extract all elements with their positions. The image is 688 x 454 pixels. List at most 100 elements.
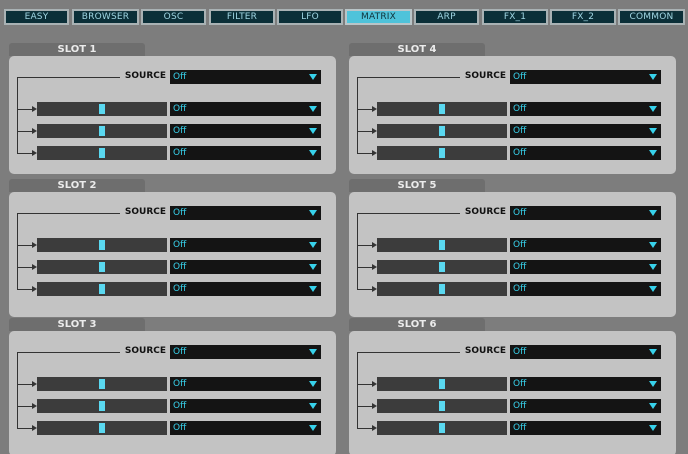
slider-handle[interactable]: [99, 262, 105, 272]
slot-6-amount-slider-2[interactable]: [377, 399, 507, 413]
slider-handle[interactable]: [99, 240, 105, 250]
slot-3-destination-dropdown-2[interactable]: Off: [170, 399, 321, 413]
slot-4-destination-dropdown-2[interactable]: Off: [510, 124, 661, 138]
slot-3-branch-line: [17, 428, 32, 429]
slot-2-destination-value: Off: [173, 262, 187, 272]
slot-3-amount-slider-1[interactable]: [37, 377, 167, 391]
tab-browser[interactable]: BROWSER: [72, 9, 139, 25]
slot-3-amount-slider-2[interactable]: [37, 399, 167, 413]
slot-6-title: SLOT 6: [349, 318, 485, 331]
chevron-down-icon: [649, 242, 657, 248]
slot-3-destination-dropdown-1[interactable]: Off: [170, 377, 321, 391]
slot-1-branch-line: [17, 131, 32, 132]
slider-handle[interactable]: [99, 401, 105, 411]
slider-handle[interactable]: [439, 401, 445, 411]
tab-lfo[interactable]: LFO: [277, 9, 343, 25]
slot-5-amount-slider-2[interactable]: [377, 260, 507, 274]
slot-3-destination-dropdown-3[interactable]: Off: [170, 421, 321, 435]
tab-bar: EASY BROWSER OSC FILTER LFO MATRIX ARP FX_1 FX_2…: [0, 0, 688, 28]
slider-handle[interactable]: [439, 379, 445, 389]
slot-6-destination-dropdown-1[interactable]: Off: [510, 377, 661, 391]
slot-1-amount-slider-2[interactable]: [37, 124, 167, 138]
slot-1-routing-line: [17, 77, 120, 78]
slot-6-amount-slider-1[interactable]: [377, 377, 507, 391]
slider-handle[interactable]: [439, 126, 445, 136]
slot-4-title: SLOT 4: [349, 43, 485, 56]
chevron-down-icon: [649, 264, 657, 270]
tab-easy[interactable]: EASY: [4, 9, 69, 25]
slider-handle[interactable]: [99, 104, 105, 114]
slot-4-source-dropdown[interactable]: Off: [510, 70, 661, 84]
tab-arp[interactable]: ARP: [414, 9, 479, 25]
chevron-down-icon: [309, 381, 317, 387]
slider-handle[interactable]: [99, 148, 105, 158]
slot-3-routing-trunk: [17, 352, 18, 429]
slot-2-amount-slider-2[interactable]: [37, 260, 167, 274]
slider-handle[interactable]: [99, 423, 105, 433]
slot-4-destination-dropdown-1[interactable]: Off: [510, 102, 661, 116]
slot-1-title: SLOT 1: [9, 43, 145, 56]
slot-3-amount-slider-3[interactable]: [37, 421, 167, 435]
slot-2-destination-dropdown-3[interactable]: Off: [170, 282, 321, 296]
slot-1-source-dropdown[interactable]: Off: [170, 70, 321, 84]
slot-1-branch-line: [17, 153, 32, 154]
slot-1-destination-value: Off: [173, 126, 187, 136]
slot-3-source-value: Off: [173, 347, 187, 357]
tab-osc[interactable]: OSC: [141, 9, 206, 25]
slot-6-source-dropdown[interactable]: Off: [510, 345, 661, 359]
slot-5-branch-line: [357, 267, 372, 268]
slot-4-branch-line: [357, 131, 372, 132]
slider-handle[interactable]: [99, 284, 105, 294]
tab-fx-1[interactable]: FX_1: [482, 9, 548, 25]
tab-matrix[interactable]: MATRIX: [345, 9, 412, 25]
slot-5-source-dropdown[interactable]: Off: [510, 206, 661, 220]
slot-6-destination-value: Off: [513, 401, 527, 411]
tab-filter[interactable]: FILTER: [209, 9, 275, 25]
slot-1-destination-dropdown-2[interactable]: Off: [170, 124, 321, 138]
slot-2-source-dropdown[interactable]: Off: [170, 206, 321, 220]
slot-2-branch-line: [17, 289, 32, 290]
slider-handle[interactable]: [439, 104, 445, 114]
slot-5-amount-slider-3[interactable]: [377, 282, 507, 296]
slider-handle[interactable]: [99, 379, 105, 389]
slot-3-source-dropdown[interactable]: Off: [170, 345, 321, 359]
slider-handle[interactable]: [439, 284, 445, 294]
slot-1-destination-dropdown-3[interactable]: Off: [170, 146, 321, 160]
slot-6-amount-slider-3[interactable]: [377, 421, 507, 435]
slot-2-amount-slider-3[interactable]: [37, 282, 167, 296]
slot-4-destination-dropdown-3[interactable]: Off: [510, 146, 661, 160]
slot-4-amount-slider-2[interactable]: [377, 124, 507, 138]
slot-1-destination-dropdown-1[interactable]: Off: [170, 102, 321, 116]
slot-2-title: SLOT 2: [9, 179, 145, 192]
slot-5-destination-dropdown-3[interactable]: Off: [510, 282, 661, 296]
slot-1-source-value: Off: [173, 72, 187, 82]
slot-5-destination-dropdown-1[interactable]: Off: [510, 238, 661, 252]
tab-fx-2[interactable]: FX_2: [550, 9, 616, 25]
slider-handle[interactable]: [99, 126, 105, 136]
slot-4-amount-slider-1[interactable]: [377, 102, 507, 116]
slot-2-amount-slider-1[interactable]: [37, 238, 167, 252]
slot-5-amount-slider-1[interactable]: [377, 238, 507, 252]
slot-2-destination-dropdown-2[interactable]: Off: [170, 260, 321, 274]
slot-1-destination-value: Off: [173, 104, 187, 114]
tab-common[interactable]: COMMON: [618, 9, 685, 25]
slot-2-destination-value: Off: [173, 284, 187, 294]
slider-handle[interactable]: [439, 423, 445, 433]
slot-3-destination-value: Off: [173, 379, 187, 389]
slot-1-amount-slider-3[interactable]: [37, 146, 167, 160]
slot-5-branch-line: [357, 289, 372, 290]
slot-6-destination-dropdown-3[interactable]: Off: [510, 421, 661, 435]
slot-5-routing-line: [357, 213, 460, 214]
slider-handle[interactable]: [439, 240, 445, 250]
slot-5-destination-dropdown-2[interactable]: Off: [510, 260, 661, 274]
slot-4-amount-slider-3[interactable]: [377, 146, 507, 160]
slot-6-branch-line: [357, 428, 372, 429]
slot-2-routing-line: [17, 213, 120, 214]
slot-6-destination-dropdown-2[interactable]: Off: [510, 399, 661, 413]
slot-1-amount-slider-1[interactable]: [37, 102, 167, 116]
slider-handle[interactable]: [439, 262, 445, 272]
chevron-down-icon: [649, 425, 657, 431]
slot-2-destination-dropdown-1[interactable]: Off: [170, 238, 321, 252]
slider-handle[interactable]: [439, 148, 445, 158]
slot-2-branch-line: [17, 267, 32, 268]
